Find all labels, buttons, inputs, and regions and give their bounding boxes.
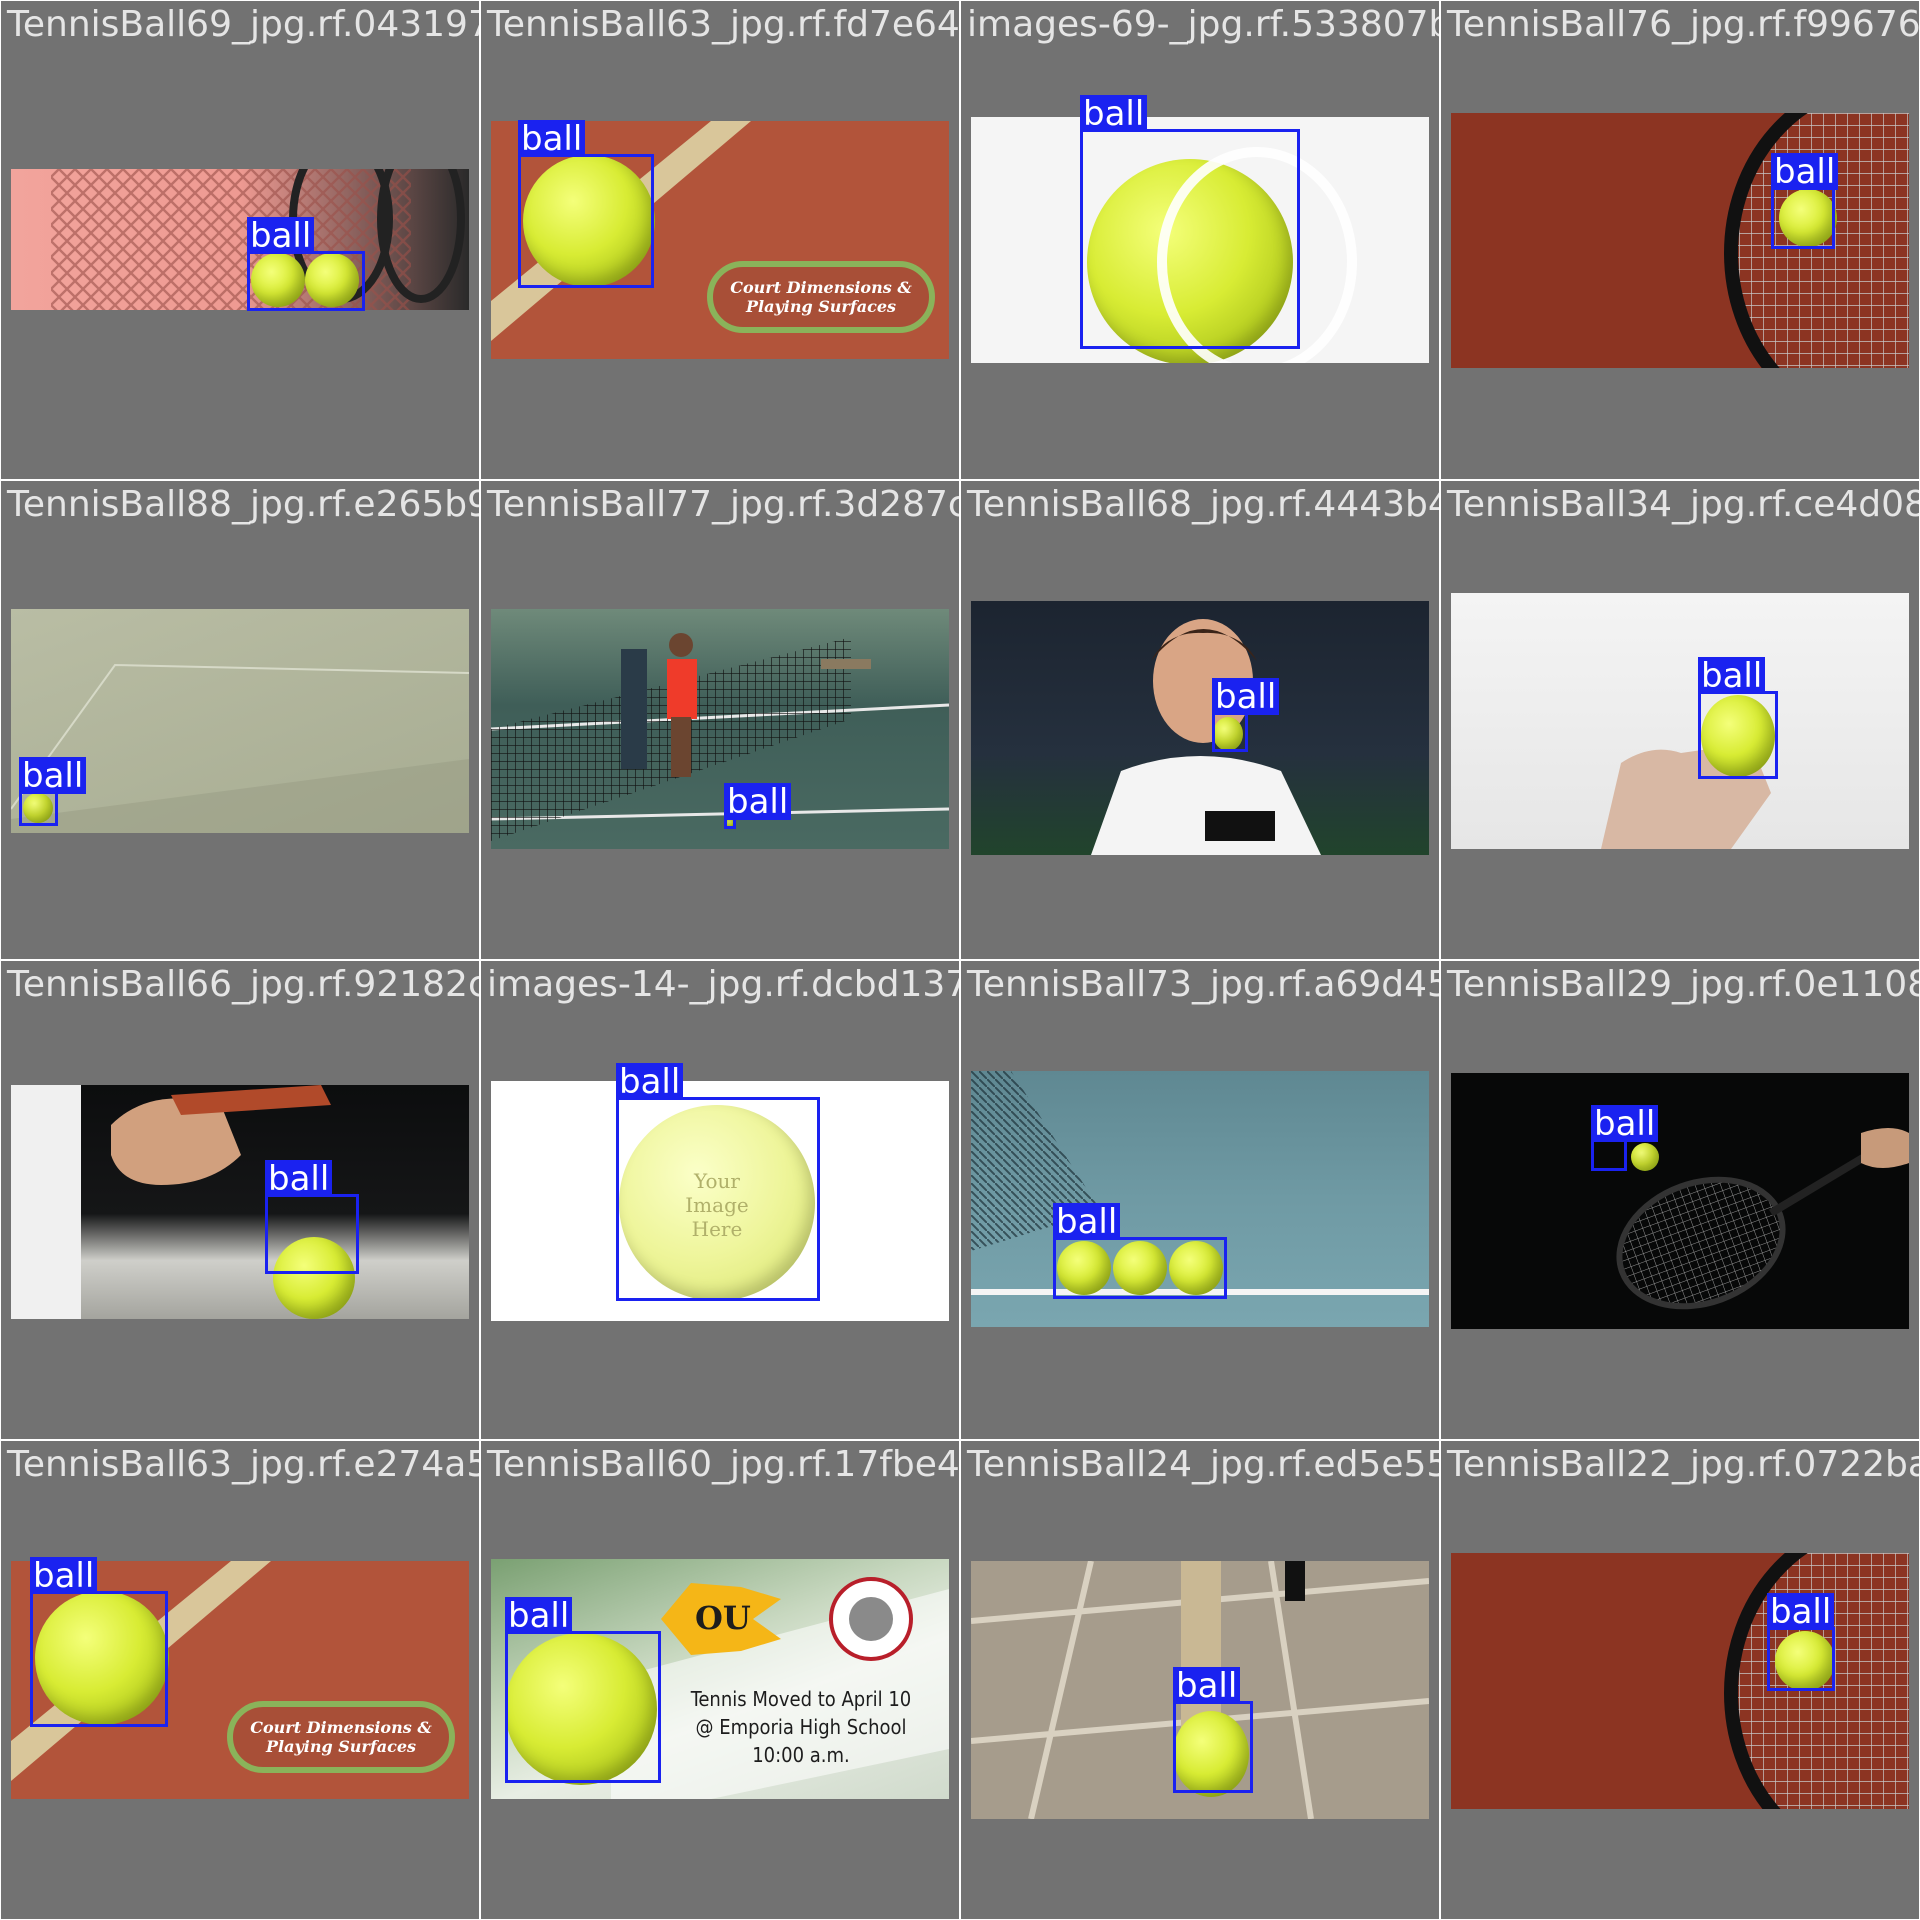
tile-10: TennisBall73_jpg.rf.a69d452de2b7032d297a… xyxy=(960,960,1440,1440)
tile-photo xyxy=(11,169,469,310)
tile-photo xyxy=(1451,1073,1909,1329)
bounding-box xyxy=(1053,1237,1227,1299)
box-label: ball xyxy=(19,757,87,794)
tile-filename: images-14-_jpg.rf.dcbd137903170834167314… xyxy=(487,964,960,1005)
flyer-line-2: @ Emporia High School xyxy=(695,1715,907,1739)
tile-filename: TennisBall63_jpg.rf.fd7e6487704ad909b155 xyxy=(487,4,960,45)
tennis-net xyxy=(491,633,949,841)
wall-edge xyxy=(11,663,469,833)
tile-filename: TennisBall77_jpg.rf.3d287cfba77e2390698 xyxy=(487,484,959,525)
tile-photo xyxy=(1451,593,1909,849)
box-label: ball xyxy=(616,1063,684,1100)
bounding-box xyxy=(1080,129,1300,349)
player xyxy=(1091,619,1321,855)
tile-6: TennisBall68_jpg.rf.4443b4e6e813b7d4f7 b… xyxy=(960,480,1440,960)
net-shadow xyxy=(51,169,465,310)
tile-photo xyxy=(1451,1553,1909,1809)
tile-filename: TennisBall63_jpg.rf.e274a5fde9812b0d5967 xyxy=(7,1444,479,1485)
tile-filename: TennisBall60_jpg.rf.17fbe4b9db9d4a8742a xyxy=(487,1444,960,1485)
tile-filename: TennisBall29_jpg.rf.0e11083 xyxy=(1447,964,1920,1005)
logo-text: OU xyxy=(695,1599,751,1637)
box-label: ball xyxy=(247,217,315,254)
tile-filename: TennisBall34_jpg.rf.ce4d08a xyxy=(1447,484,1920,525)
bounding-box xyxy=(505,1631,661,1783)
box-label: ball xyxy=(1767,1593,1835,1630)
tile-filename: TennisBall69_jpg.rf.0431979196773282636 xyxy=(7,4,479,45)
box-label: ball xyxy=(1591,1105,1659,1142)
tennis-ball xyxy=(1631,1143,1659,1171)
bounding-box xyxy=(1771,187,1835,249)
tile-5: TennisBall77_jpg.rf.3d287cfba77e2390698 … xyxy=(480,480,960,960)
tile-photo xyxy=(971,601,1429,855)
tile-12: TennisBall63_jpg.rf.e274a5fde9812b0d5967… xyxy=(0,1440,480,1920)
box-label: ball xyxy=(518,120,586,157)
bounding-box xyxy=(1173,1701,1253,1793)
tile-11: TennisBall29_jpg.rf.0e11083 ball xyxy=(1440,960,1920,1440)
tile-13: TennisBall60_jpg.rf.17fbe4b9db9d4a8742a … xyxy=(480,1440,960,1920)
flyer-line-1: Tennis Moved to April 10 xyxy=(690,1687,912,1711)
bounding-box xyxy=(19,791,58,826)
caption-line-2: Playing Surfaces xyxy=(745,297,897,316)
tile-photo xyxy=(11,1085,469,1319)
tile-14: TennisBall24_jpg.rf.ed5e5543060e183e612 … xyxy=(960,1440,1440,1920)
tile-photo xyxy=(491,609,949,849)
tile-7: TennisBall34_jpg.rf.ce4d08a ball xyxy=(1440,480,1920,960)
tile-filename: TennisBall88_jpg.rf.e265b95c35a3874d753e xyxy=(7,484,479,525)
box-label: ball xyxy=(30,1557,98,1594)
tile-9: images-14-_jpg.rf.dcbd137903170834167314… xyxy=(480,960,960,1440)
box-label: ball xyxy=(265,1160,333,1197)
bounding-box xyxy=(1698,691,1778,779)
racket xyxy=(1724,1553,1909,1809)
tile-filename: images-69-_jpg.rf.533807b44dae42b2761a67… xyxy=(967,4,1440,45)
tile-filename: TennisBall24_jpg.rf.ed5e5543060e183e612 xyxy=(967,1444,1439,1485)
box-label: ball xyxy=(1771,153,1839,190)
bounding-box xyxy=(265,1194,359,1274)
tile-photo xyxy=(1451,113,1909,368)
tile-3: TennisBall76_jpg.rf.f99676e0 ball xyxy=(1440,0,1920,480)
caption-line-2: Playing Surfaces xyxy=(265,1737,417,1756)
box-label: ball xyxy=(724,783,792,820)
box-label: ball xyxy=(1212,678,1280,715)
box-label: ball xyxy=(1698,657,1766,694)
bounding-box xyxy=(1212,712,1248,752)
tile-15: TennisBall22_jpg.rf.0722ba0 ball xyxy=(1440,1440,1920,1920)
racket xyxy=(1616,1128,1909,1310)
caption-pill: Court Dimensions & Playing Surfaces xyxy=(227,1701,455,1773)
tile-8: TennisBall66_jpg.rf.92182cca584ff1f4-bc … xyxy=(0,960,480,1440)
tile-filename: TennisBall66_jpg.rf.92182cca584ff1f4-bc xyxy=(7,964,479,1005)
caption-pill: Court Dimensions & Playing Surfaces xyxy=(707,261,935,333)
mosaic-grid: TennisBall69_jpg.rf.0431979196773282636 … xyxy=(0,0,1920,1920)
box-label: ball xyxy=(1173,1667,1241,1704)
tile-photo xyxy=(11,609,469,833)
caption-line-1: Court Dimensions & xyxy=(730,278,912,297)
tile-1: TennisBall63_jpg.rf.fd7e6487704ad909b155… xyxy=(480,0,960,480)
tile-filename: TennisBall73_jpg.rf.a69d452de2b7032d297a xyxy=(967,964,1439,1005)
racket xyxy=(1724,113,1909,368)
bounding-box xyxy=(616,1097,820,1301)
bounding-box xyxy=(247,251,365,311)
tile-filename: TennisBall68_jpg.rf.4443b4e6e813b7d4f7 xyxy=(967,484,1439,525)
tile-4: TennisBall88_jpg.rf.e265b95c35a3874d753e… xyxy=(0,480,480,960)
box-label: ball xyxy=(505,1597,573,1634)
hand xyxy=(1601,743,1771,849)
player-hand xyxy=(11,1085,331,1319)
tile-0: TennisBall69_jpg.rf.0431979196773282636 … xyxy=(0,0,480,480)
bounding-box xyxy=(518,154,654,288)
flyer-line-3: 10:00 a.m. xyxy=(752,1743,850,1767)
box-label: ball xyxy=(1053,1203,1121,1240)
tile-2: images-69-_jpg.rf.533807b44dae42b2761a67… xyxy=(960,0,1440,480)
tile-filename: TennisBall22_jpg.rf.0722ba0 xyxy=(1447,1444,1920,1485)
bounding-box xyxy=(1767,1627,1835,1691)
box-label: ball xyxy=(1080,95,1148,132)
tile-filename: TennisBall76_jpg.rf.f99676e0 xyxy=(1447,4,1920,45)
bounding-box xyxy=(30,1591,168,1727)
caption-line-1: Court Dimensions & xyxy=(250,1718,432,1737)
